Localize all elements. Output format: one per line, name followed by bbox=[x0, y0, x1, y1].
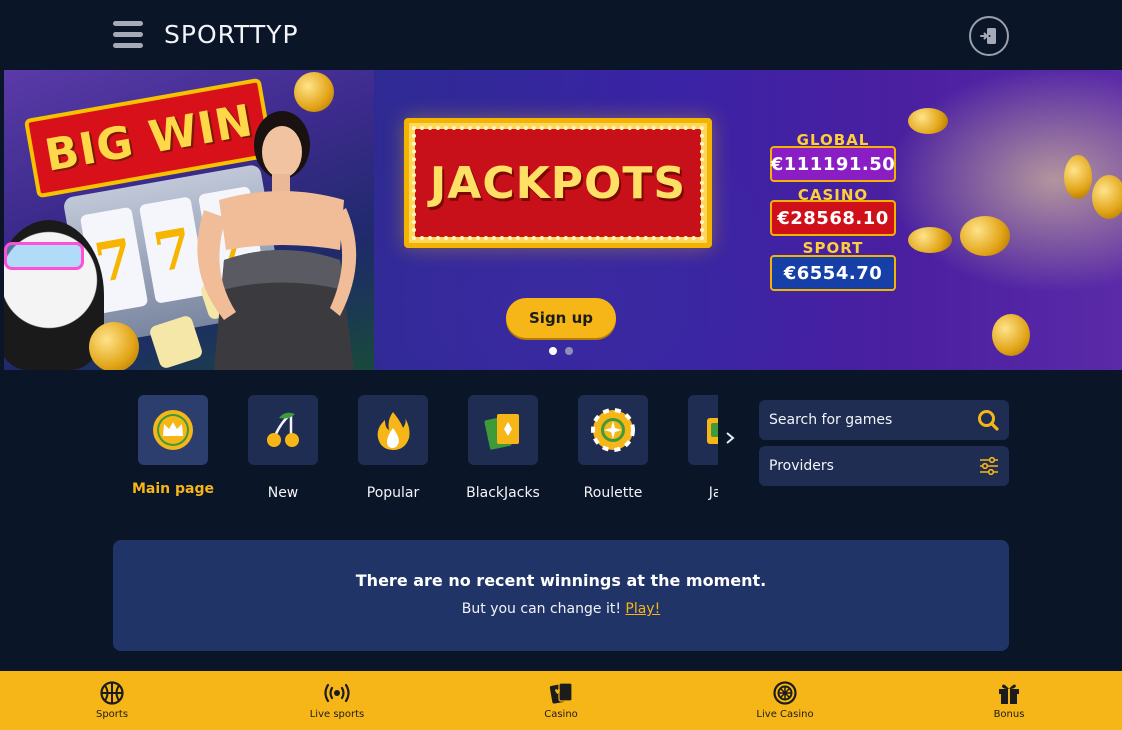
nav-bonus[interactable]: Bonus bbox=[964, 681, 1054, 720]
category-label: Popular bbox=[366, 485, 420, 501]
category-tile bbox=[468, 395, 538, 465]
category-roulette[interactable]: Roulette bbox=[568, 395, 658, 501]
category-label: Roulette bbox=[583, 485, 643, 501]
category-label: Main page bbox=[131, 481, 214, 497]
nav-casino[interactable]: Casino bbox=[516, 681, 606, 720]
category-jackpot-clipped[interactable]: Jack bbox=[686, 395, 718, 505]
sign-up-button[interactable]: Sign up bbox=[506, 298, 616, 338]
carousel-dot-active[interactable] bbox=[549, 347, 557, 355]
nav-label: Casino bbox=[544, 709, 578, 720]
nav-live-sports[interactable]: Live sports bbox=[292, 681, 382, 720]
nav-label: Bonus bbox=[993, 709, 1025, 720]
chevron-right-icon[interactable] bbox=[722, 428, 738, 448]
winnings-subtitle: But you can change it! bbox=[461, 601, 621, 617]
fire-icon bbox=[377, 412, 410, 450]
promo-banner[interactable]: 7 7 7 BIG WIN JACKPOTS GLOBAL €111191.50… bbox=[4, 70, 1122, 370]
woman-illustration bbox=[197, 111, 357, 370]
hamburger-menu-icon[interactable] bbox=[113, 21, 143, 48]
playing-cards-icon bbox=[484, 414, 519, 450]
category-tile bbox=[358, 395, 428, 465]
coin-illustration bbox=[908, 227, 952, 253]
coin-illustration bbox=[1064, 155, 1092, 199]
login-button[interactable] bbox=[969, 16, 1009, 56]
bottom-navigation: Sports Live sports Casino Live Casino Bo… bbox=[0, 671, 1122, 730]
jackpot-value-global: €111191.50 bbox=[770, 146, 896, 182]
coin-illustration bbox=[960, 216, 1010, 256]
coin-illustration bbox=[89, 322, 139, 370]
category-label: Jack bbox=[708, 485, 718, 501]
coin-illustration bbox=[1092, 175, 1122, 219]
filter-sliders-icon bbox=[980, 456, 998, 476]
coin-illustration bbox=[908, 108, 948, 134]
jackpot-icon bbox=[707, 418, 718, 444]
roulette-chip-icon bbox=[591, 408, 635, 452]
carousel-dot[interactable] bbox=[565, 347, 573, 355]
search-icon[interactable] bbox=[977, 409, 999, 431]
basketball-icon bbox=[100, 681, 124, 705]
crown-icon bbox=[153, 410, 193, 450]
nav-label: Sports bbox=[95, 709, 129, 720]
jackpot-value-casino: €28568.10 bbox=[770, 200, 896, 236]
category-new[interactable]: New bbox=[238, 395, 328, 501]
search-games-box[interactable] bbox=[759, 400, 1009, 440]
nav-label: Live sports bbox=[309, 709, 365, 720]
category-tile bbox=[578, 395, 648, 465]
cards-icon bbox=[549, 682, 573, 704]
search-input[interactable] bbox=[769, 412, 969, 428]
broadcast-icon bbox=[324, 683, 350, 703]
category-tile bbox=[138, 395, 208, 465]
banner-art-left: 7 7 7 BIG WIN bbox=[4, 70, 374, 370]
category-tile bbox=[688, 395, 718, 465]
nav-label: Live Casino bbox=[756, 709, 814, 720]
coin-illustration bbox=[992, 314, 1030, 356]
nav-live-casino[interactable]: Live Casino bbox=[740, 681, 830, 720]
category-jack[interactable]: Jack bbox=[686, 395, 718, 501]
category-tile bbox=[248, 395, 318, 465]
recent-winnings-panel: There are no recent winnings at the mome… bbox=[113, 540, 1009, 651]
play-link[interactable]: Play! bbox=[625, 601, 660, 617]
nav-sports[interactable]: Sports bbox=[67, 681, 157, 720]
winnings-title: There are no recent winnings at the mome… bbox=[355, 571, 767, 590]
winnings-subtitle-line: But you can change it! Play! bbox=[113, 601, 1009, 617]
category-main-page[interactable]: Main page bbox=[128, 395, 218, 497]
jackpots-sign: JACKPOTS bbox=[404, 118, 712, 248]
jackpot-value-sport: €6554.70 bbox=[770, 255, 896, 291]
providers-filter[interactable]: Providers bbox=[759, 446, 1009, 486]
category-label: BlackJacks bbox=[466, 485, 540, 501]
cherries-icon bbox=[267, 412, 299, 447]
category-label: New bbox=[267, 485, 299, 501]
site-logo[interactable]: SPORTTYP bbox=[164, 20, 299, 49]
jackpots-title: JACKPOTS bbox=[429, 157, 687, 209]
gift-icon bbox=[999, 684, 1019, 704]
roulette-wheel-icon bbox=[773, 681, 797, 705]
header: SPORTTYP bbox=[0, 0, 1122, 70]
providers-label: Providers bbox=[769, 458, 834, 474]
panda-glasses bbox=[4, 242, 84, 270]
category-blackjacks[interactable]: BlackJacks bbox=[458, 395, 548, 501]
category-popular[interactable]: Popular bbox=[348, 395, 438, 501]
login-door-icon bbox=[980, 28, 996, 44]
